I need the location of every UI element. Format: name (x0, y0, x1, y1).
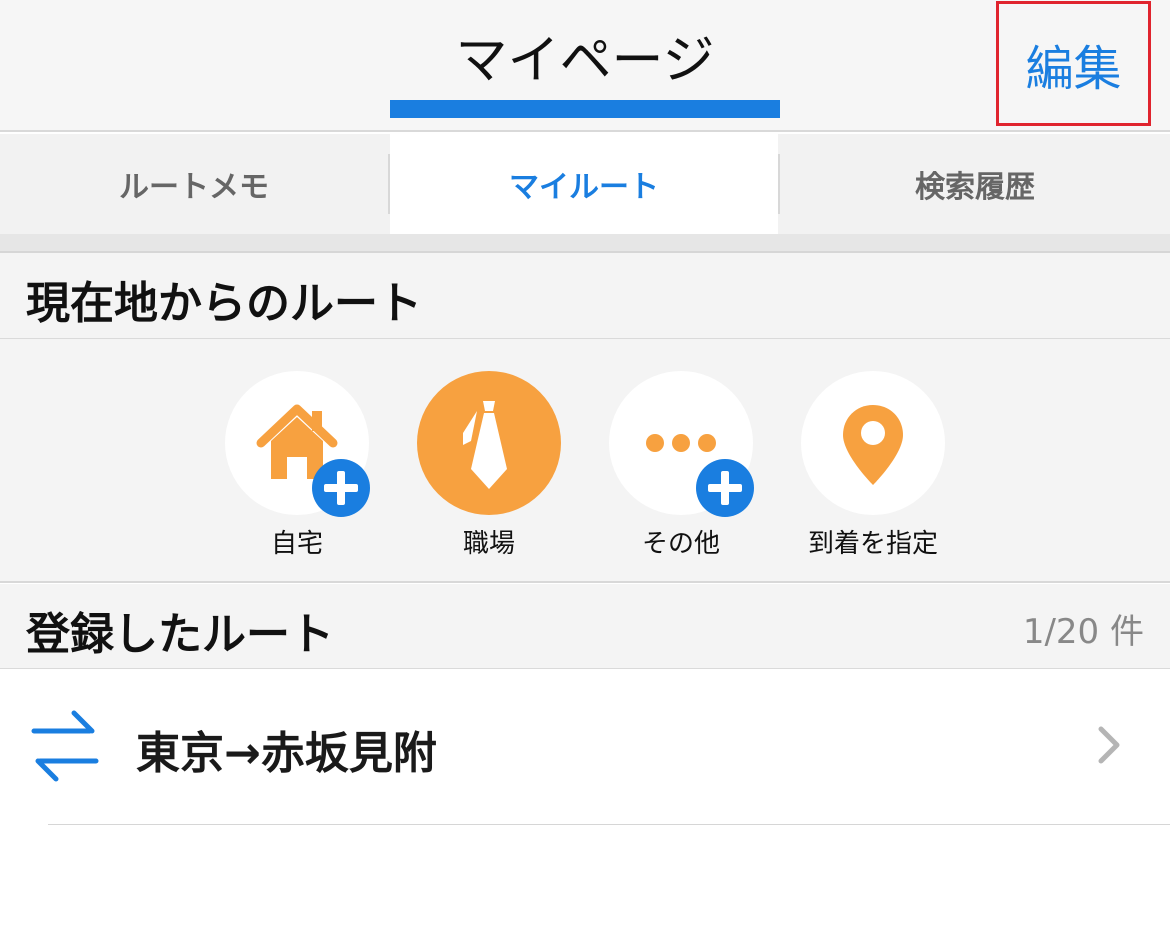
saved-route-label: 東京→赤坂見附 (136, 728, 437, 779)
add-icon (312, 459, 370, 517)
map-pin-icon (843, 405, 903, 485)
saved-route-count: 1/20 件 (1022, 612, 1144, 652)
active-tab-indicator (390, 100, 780, 118)
quick-item-label: 到着を指定 (807, 529, 938, 559)
row-divider (48, 824, 1170, 825)
tab-bar-shadow (0, 234, 1170, 252)
page-title: マイページ (455, 31, 715, 91)
chevron-right-icon (1098, 726, 1120, 764)
tab-search-history[interactable]: 検索履歴 (780, 134, 1170, 234)
quick-destinations: 自宅 職場 その他 到着を指定 (0, 339, 1170, 583)
add-icon (696, 459, 754, 517)
tab-route-memo[interactable]: ルートメモ (0, 134, 388, 234)
tie-icon (463, 401, 507, 489)
tab-my-route[interactable]: マイルート (390, 134, 778, 234)
section-title: 登録したルート (26, 609, 334, 660)
current-location-section-header: 現在地からのルート (0, 253, 1170, 339)
saved-route-row[interactable]: 東京→赤坂見附 (0, 669, 1170, 825)
edit-button[interactable]: 編集 (996, 1, 1151, 126)
saved-routes-section-header: 登録したルート 1/20 件 (0, 584, 1170, 669)
swap-arrows-icon (31, 710, 99, 782)
section-title: 現在地からのルート (26, 278, 422, 329)
